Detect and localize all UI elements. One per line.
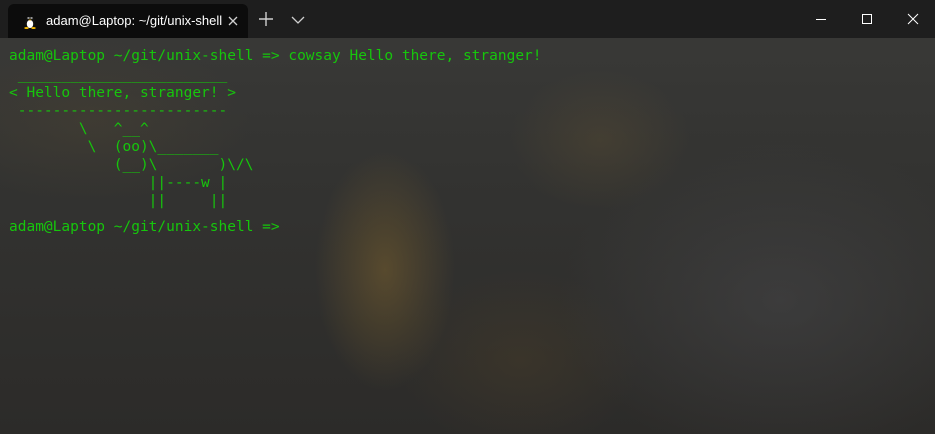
maximize-icon (862, 14, 872, 24)
linux-penguin-icon (22, 13, 38, 29)
maximize-button[interactable] (843, 0, 889, 38)
cowsay-cow-line-4: ||----w | (9, 175, 228, 191)
minimize-icon (816, 19, 826, 20)
cowsay-cow-line-3: (__)\ )\/\ (9, 157, 254, 173)
terminal-window: adam@Laptop: ~/git/unix-shell adam@Lapto… (0, 0, 935, 434)
tab-close-icon[interactable] (224, 12, 242, 30)
cowsay-cow-line-1: \ ^__^ (9, 121, 149, 137)
title-bar[interactable]: adam@Laptop: ~/git/unix-shell (0, 0, 935, 38)
cowsay-cow-line-2: \ (oo)\_______ (9, 139, 219, 155)
tab-title: adam@Laptop: ~/git/unix-shell (46, 13, 223, 28)
command-prompt-line: adam@Laptop ~/git/unix-shell => cowsay H… (9, 48, 542, 64)
plus-icon[interactable] (257, 10, 275, 28)
chevron-down-icon[interactable] (290, 12, 306, 26)
minimize-button[interactable] (797, 0, 843, 38)
close-icon (907, 13, 919, 25)
terminal-output[interactable]: adam@Laptop ~/git/unix-shell => cowsay H… (0, 38, 935, 434)
tab-unix-shell[interactable]: adam@Laptop: ~/git/unix-shell (8, 4, 248, 38)
cowsay-cow-line-5: || || (9, 193, 228, 209)
cowsay-bubble-bottom: ------------------------ (9, 103, 228, 119)
current-prompt-line: adam@Laptop ~/git/unix-shell => (9, 219, 280, 235)
close-button[interactable] (889, 0, 935, 38)
cowsay-bubble-text: < Hello there, stranger! > (9, 85, 236, 101)
cowsay-bubble-top: ________________________ (9, 67, 228, 83)
